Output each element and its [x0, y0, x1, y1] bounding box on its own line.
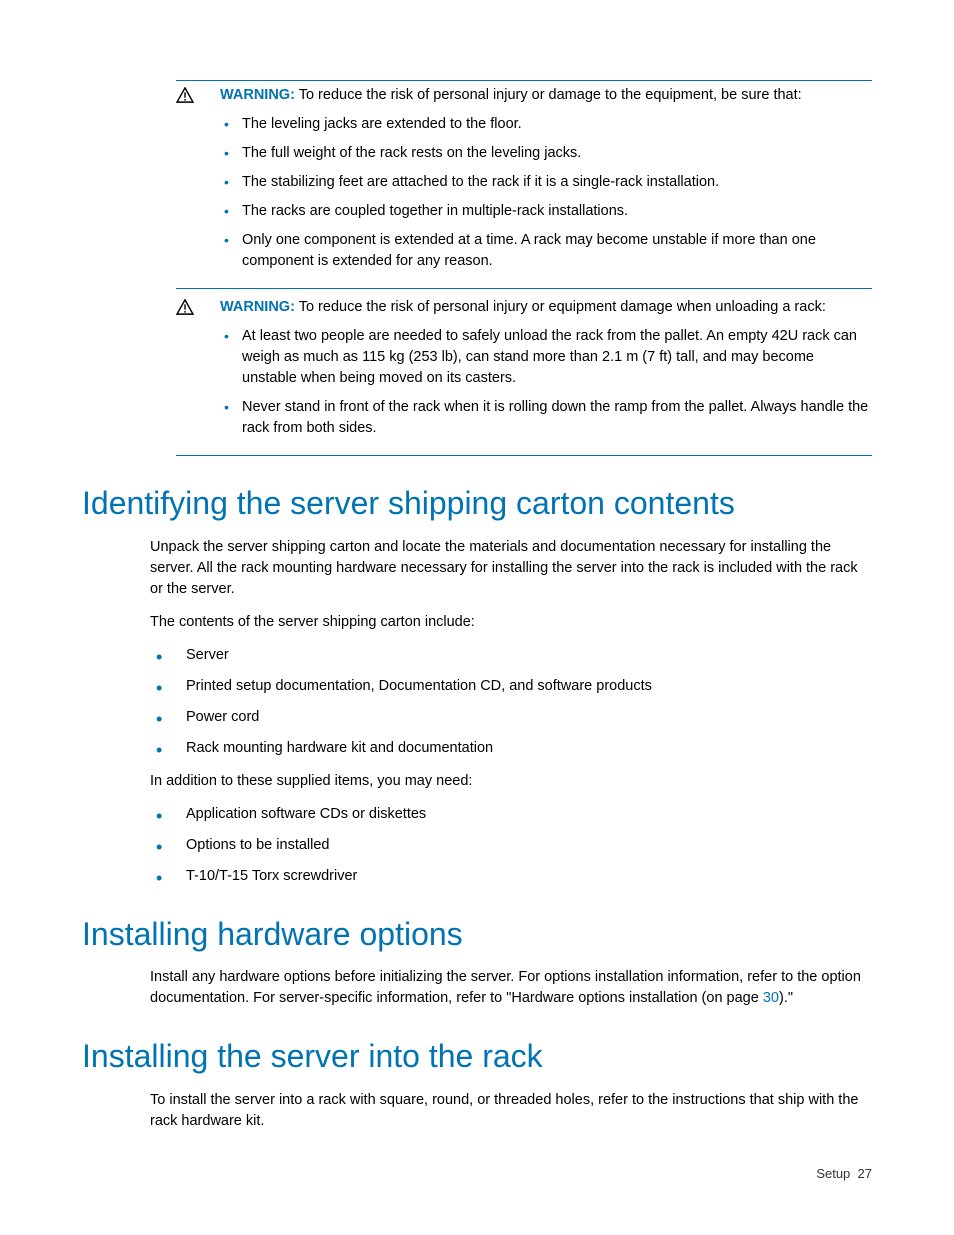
list-item: At least two people are needed to safely…: [220, 326, 872, 389]
warning-triangle-icon: [176, 87, 206, 108]
paragraph: Unpack the server shipping carton and lo…: [150, 537, 872, 600]
list-item: Rack mounting hardware kit and documenta…: [150, 738, 872, 759]
warning-body-2: WARNING: To reduce the risk of personal …: [220, 297, 872, 447]
para-pre: Install any hardware options before init…: [150, 969, 861, 1006]
heading-identifying-contents: Identifying the server shipping carton c…: [82, 484, 872, 522]
warning-list-1: The leveling jacks are extended to the f…: [220, 114, 872, 272]
warning-triangle-icon: [176, 299, 206, 320]
heading-installing-server-rack: Installing the server into the rack: [82, 1037, 872, 1075]
warning-intro: To reduce the risk of personal injury or…: [299, 87, 802, 103]
footer-section: Setup: [816, 1166, 850, 1181]
list-item: The stabilizing feet are attached to the…: [220, 172, 872, 193]
warning-block-1: WARNING: To reduce the risk of personal …: [176, 80, 872, 289]
list-item: Only one component is extended at a time…: [220, 230, 872, 272]
list-item: Printed setup documentation, Documentati…: [150, 676, 872, 697]
list-item: T-10/T-15 Torx screwdriver: [150, 866, 872, 887]
paragraph: The contents of the server shipping cart…: [150, 612, 872, 633]
warning-intro: To reduce the risk of personal injury or…: [299, 299, 826, 315]
warning-body-1: WARNING: To reduce the risk of personal …: [220, 85, 872, 280]
para-post: ).": [779, 990, 793, 1006]
contents-list: Server Printed setup documentation, Docu…: [150, 645, 872, 759]
list-item: The full weight of the rack rests on the…: [220, 143, 872, 164]
warning-label: WARNING:: [220, 299, 295, 315]
warning-list-2: At least two people are needed to safely…: [220, 326, 872, 439]
list-item: Options to be installed: [150, 835, 872, 856]
heading-installing-hardware: Installing hardware options: [82, 915, 872, 953]
list-item: Server: [150, 645, 872, 666]
page-content: WARNING: To reduce the risk of personal …: [0, 0, 954, 1132]
page-footer: Setup 27: [816, 1166, 872, 1181]
footer-page-number: 27: [858, 1166, 872, 1181]
page-link-30[interactable]: 30: [763, 990, 779, 1006]
warning-block-2: WARNING: To reduce the risk of personal …: [176, 293, 872, 456]
additional-list: Application software CDs or diskettes Op…: [150, 804, 872, 887]
warning-label: WARNING:: [220, 87, 295, 103]
list-item: Never stand in front of the rack when it…: [220, 397, 872, 439]
list-item: The racks are coupled together in multip…: [220, 201, 872, 222]
paragraph: In addition to these supplied items, you…: [150, 771, 872, 792]
paragraph: Install any hardware options before init…: [150, 967, 872, 1009]
list-item: The leveling jacks are extended to the f…: [220, 114, 872, 135]
paragraph: To install the server into a rack with s…: [150, 1090, 872, 1132]
list-item: Application software CDs or diskettes: [150, 804, 872, 825]
list-item: Power cord: [150, 707, 872, 728]
